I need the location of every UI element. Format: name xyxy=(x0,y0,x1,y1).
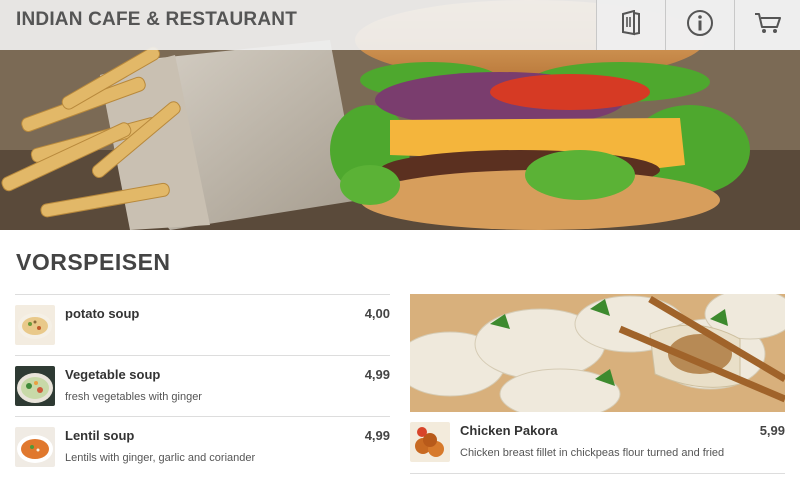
featured-item[interactable]: Chicken Pakora Chicken breast fillet in … xyxy=(410,294,785,474)
restaurant-title: INDIAN CAFE & RESTAURANT xyxy=(16,9,297,30)
potato-soup-thumbnail xyxy=(15,305,55,345)
dumplings-photo xyxy=(410,294,785,412)
item-name: Lentil soup xyxy=(65,428,135,443)
cart-button[interactable] xyxy=(734,0,800,50)
item-price: 4,99 xyxy=(364,428,390,443)
item-name: Vegetable soup xyxy=(65,367,161,382)
item-name: Chicken Pakora xyxy=(460,423,558,438)
item-price: 5,99 xyxy=(759,423,785,438)
cart-icon xyxy=(754,11,782,40)
section-title: VORSPEISEN xyxy=(16,249,171,275)
info-button[interactable] xyxy=(665,0,734,50)
item-price: 4,00 xyxy=(364,306,390,321)
item-description: Chicken breast fillet in chickpeas flour… xyxy=(460,447,725,459)
item-name: potato soup xyxy=(65,306,140,321)
top-bar: INDIAN CAFE & RESTAURANT xyxy=(0,0,800,50)
menu-card-icon xyxy=(620,9,642,41)
chicken-pakora-thumbnail xyxy=(410,422,450,462)
menu-item-lentil-soup[interactable]: Lentil soup Lentils with ginger, garlic … xyxy=(15,416,390,477)
item-price: 4,99 xyxy=(364,367,390,382)
info-icon xyxy=(686,9,714,42)
item-description: Lentils with ginger, garlic and coriande… xyxy=(65,452,256,464)
vegetable-soup-thumbnail xyxy=(15,366,55,406)
menu-item-vegetable-soup[interactable]: Vegetable soup fresh vegetables with gin… xyxy=(15,355,390,416)
item-description: fresh vegetables with ginger xyxy=(65,391,202,403)
menu-card-button[interactable] xyxy=(596,0,665,50)
menu-list: potato soup 4,00 Vegetable soup fresh ve… xyxy=(15,294,390,477)
lentil-soup-thumbnail xyxy=(15,427,55,467)
menu-item-potato-soup[interactable]: potato soup 4,00 xyxy=(15,294,390,355)
menu-item-chicken-pakora[interactable]: Chicken Pakora Chicken breast fillet in … xyxy=(410,412,785,474)
